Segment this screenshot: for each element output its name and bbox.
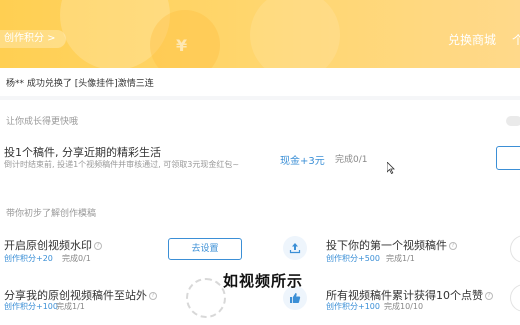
- creation-points-pill[interactable]: 创作积分 >: [0, 30, 66, 48]
- completed-stamp-icon: [186, 278, 226, 318]
- exchange-shop-link[interactable]: 兑换商城: [448, 31, 496, 48]
- question-icon[interactable]: ?: [449, 242, 457, 250]
- go-settings-button[interactable]: 去设置: [168, 238, 242, 260]
- task-reward: 创作积分+20: [4, 254, 53, 263]
- header-banner: ¥ 创作积分 > 兑换商城 个: [0, 0, 520, 68]
- question-icon[interactable]: ?: [149, 292, 157, 300]
- task-title: 开启原创视频水印?: [4, 237, 102, 253]
- task-reward: 创作积分+100: [4, 302, 58, 311]
- video-caption-overlay: 如视频所示: [223, 272, 304, 290]
- task-desc-main: 倒计时结束前, 投递1个视频稿件并审核通过, 可领取3元现金红包~: [4, 160, 240, 169]
- section-toggle[interactable]: [506, 116, 520, 126]
- task-status: 完成10/10: [384, 302, 424, 311]
- task-status: 完成1/1: [56, 302, 85, 311]
- task-reward: 创作积分+500: [326, 254, 380, 263]
- decoration-circle: [250, 0, 340, 68]
- upload-icon: [289, 243, 301, 254]
- thumbs-up-icon: [290, 293, 301, 303]
- task-status: 完成0/1: [62, 254, 91, 263]
- task-reward: 创作积分+100: [326, 302, 380, 311]
- task-status-main: 完成0/1: [335, 155, 368, 165]
- mouse-cursor-icon: [387, 162, 395, 174]
- task-badge-edge: [510, 284, 520, 312]
- header-edge-link[interactable]: 个: [512, 31, 520, 48]
- question-icon[interactable]: ?: [94, 242, 102, 250]
- task-status: 完成1/1: [386, 254, 415, 263]
- section-label-learn: 带你初步了解创作模稿: [6, 209, 97, 219]
- question-icon[interactable]: ?: [485, 292, 493, 300]
- coin-decoration-icon: ¥: [176, 36, 188, 55]
- section-label-growth: 让你成长得更快哦: [6, 117, 79, 127]
- task-title-main: 投1个稿件, 分享近期的精彩生活: [4, 146, 161, 159]
- task-reward-main: 现金+3元: [280, 156, 325, 167]
- task-action-button-main[interactable]: [496, 146, 520, 170]
- exchange-ticker: 杨** 成功兑换了 [头像挂件]激情三连: [6, 79, 154, 89]
- section-divider: [0, 96, 520, 100]
- upload-icon-button[interactable]: [283, 236, 307, 260]
- task-title: 投下你的第一个视频稿件?: [326, 237, 457, 253]
- task-badge-edge: [510, 235, 520, 263]
